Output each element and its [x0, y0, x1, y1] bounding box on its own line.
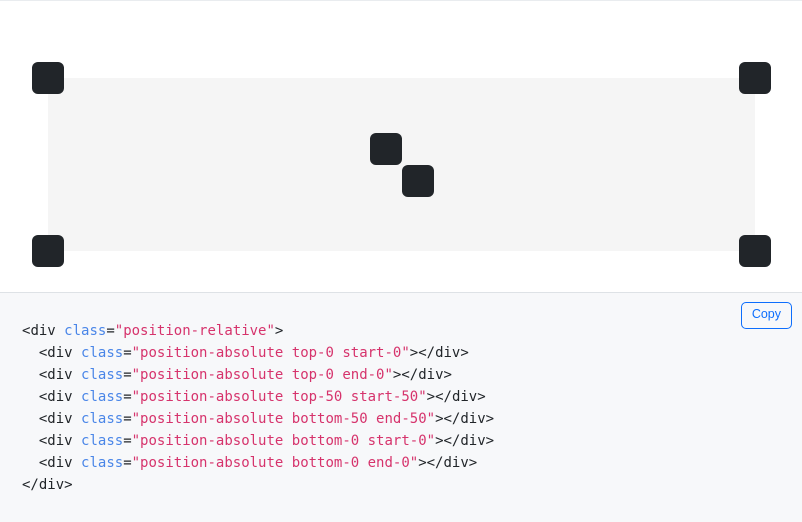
docs-example: Copy <div class="position-relative"> <di…	[0, 0, 802, 522]
code-token-punct: </	[22, 477, 39, 493]
code-token-tag: div	[47, 411, 73, 427]
code-token-str: "position-absolute bottom-50 end-50"	[131, 411, 436, 427]
code-token-str: "position-absolute bottom-0 end-0"	[131, 455, 419, 471]
code-token-attr: class	[81, 345, 124, 361]
code-token-eq: =	[123, 367, 132, 383]
code-token-punct: ></	[418, 455, 444, 471]
code-token-tag: div	[418, 367, 444, 383]
code-token-tag: div	[47, 433, 73, 449]
code-token-tag: div	[460, 433, 486, 449]
code-token-attr: class	[64, 323, 107, 339]
square-bottom-50-end-50	[401, 164, 434, 197]
code-token-eq: =	[123, 455, 132, 471]
code-token-tag: div	[451, 389, 478, 405]
code-token-punct: >	[485, 411, 495, 427]
code-token-punct: ></	[392, 367, 419, 383]
code-token-punct	[73, 345, 81, 361]
square-top-0-start-0	[32, 62, 64, 94]
example-code-pane: Copy <div class="position-relative"> <di…	[0, 293, 802, 522]
code-token-tag: div	[435, 345, 461, 361]
code-token-tag: div	[47, 345, 73, 361]
code-token-punct: >	[460, 345, 469, 361]
code-token-punct	[73, 389, 81, 405]
code-token-tag: div	[47, 367, 73, 383]
code-token-str: "position-absolute top-50 start-50"	[131, 389, 427, 405]
code-token-eq: =	[123, 411, 132, 427]
code-token-punct: ></	[435, 433, 461, 449]
code-token-str: "position-absolute top-0 start-0"	[131, 345, 410, 361]
square-top-0-end-0	[739, 62, 771, 94]
code-token-punct: >	[485, 433, 495, 449]
code-token-tag: div	[47, 389, 73, 405]
code-token-str: "position-absolute bottom-0 start-0"	[131, 433, 436, 449]
example-preview-pane	[0, 1, 802, 293]
code-token-tag: div	[443, 455, 469, 471]
code-token-eq: =	[106, 323, 115, 339]
code-token-punct	[73, 455, 81, 471]
code-token-attr: class	[81, 411, 124, 427]
code-token-punct: ></	[426, 389, 452, 405]
code-token-punct	[73, 433, 81, 449]
code-token-punct: >	[468, 455, 478, 471]
code-token-punct: >	[477, 389, 486, 405]
copy-button[interactable]: Copy	[740, 302, 792, 329]
code-token-eq: =	[123, 345, 132, 361]
code-token-punct: ></	[409, 345, 436, 361]
code-token-tag: div	[30, 323, 56, 339]
code-token-punct: >	[274, 323, 284, 339]
code-token-punct: >	[64, 477, 73, 493]
code-token-str: "position-relative"	[114, 323, 275, 339]
code-token-punct	[73, 367, 81, 383]
square-top-50-start-50	[369, 132, 402, 165]
code-token-tag: div	[38, 477, 65, 493]
code-token-punct: ></	[435, 411, 461, 427]
code-content: <div class="position-relative"> <div cla…	[22, 323, 494, 493]
code-token-punct	[56, 323, 64, 339]
square-bottom-0-start-0	[32, 235, 64, 267]
code-snippet[interactable]: <div class="position-relative"> <div cla…	[0, 293, 802, 497]
code-token-attr: class	[81, 367, 124, 383]
code-token-attr: class	[81, 455, 124, 471]
code-token-punct	[73, 411, 81, 427]
position-relative-container	[32, 62, 771, 267]
code-token-str: "position-absolute top-0 end-0"	[131, 367, 393, 383]
code-token-eq: =	[123, 433, 132, 449]
code-token-tag: div	[460, 411, 486, 427]
code-token-attr: class	[81, 389, 124, 405]
code-token-punct: >	[443, 367, 452, 383]
square-bottom-0-end-0	[739, 235, 771, 267]
code-token-attr: class	[81, 433, 124, 449]
code-token-eq: =	[123, 389, 132, 405]
code-token-tag: div	[47, 455, 73, 471]
